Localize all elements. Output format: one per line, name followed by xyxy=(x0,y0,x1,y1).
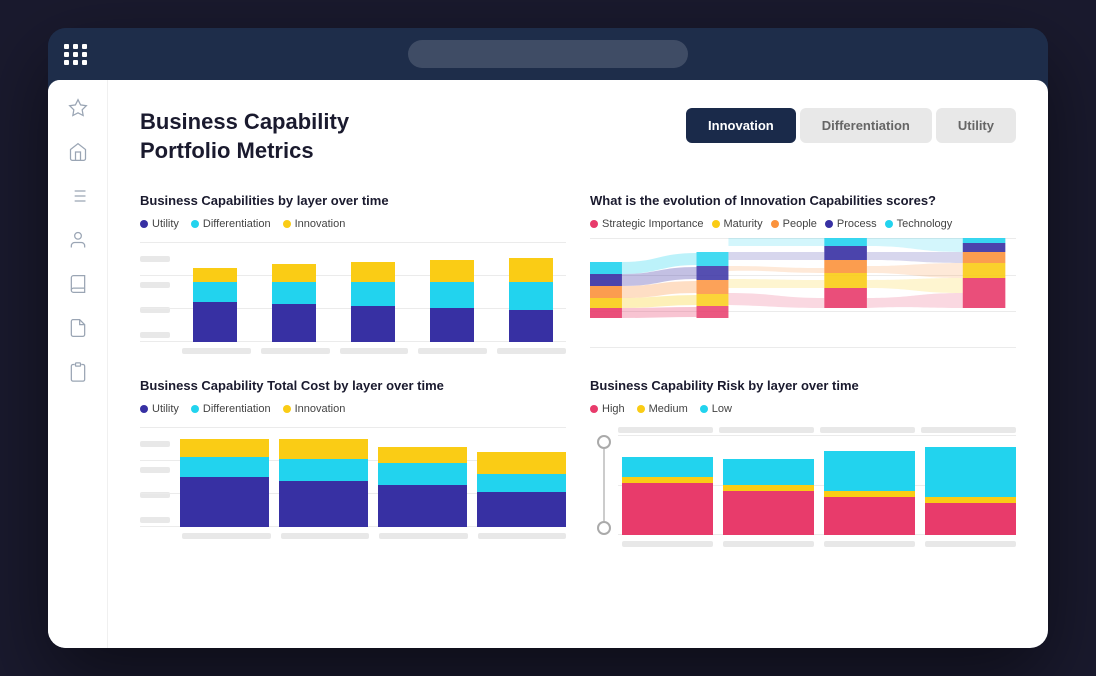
bar-group-4 xyxy=(418,260,487,342)
chart1-legend: Utility Differentiation Innovation xyxy=(140,218,566,230)
chart4-legend: High Medium Low xyxy=(590,403,1016,415)
legend-people: People xyxy=(771,218,817,230)
legend-process-label: Process xyxy=(837,218,877,230)
legend3-differentiation-label: Differentiation xyxy=(203,403,271,415)
title-line1: Business Capability xyxy=(140,108,349,137)
tab-innovation[interactable]: Innovation xyxy=(686,108,796,143)
chart4-title: Business Capability Risk by layer over t… xyxy=(590,378,1016,393)
tab-differentiation[interactable]: Differentiation xyxy=(800,108,932,143)
cost-bar-1 xyxy=(180,439,269,527)
browser-body: Business Capability Portfolio Metrics In… xyxy=(48,80,1048,648)
risk-bar-1 xyxy=(622,457,713,535)
legend-people-label: People xyxy=(783,218,817,230)
bar-group-3 xyxy=(338,262,407,342)
chart1-title: Business Capabilities by layer over time xyxy=(140,193,566,208)
cost-bar-4 xyxy=(477,452,566,527)
legend-innovation-label: Innovation xyxy=(295,218,346,230)
chart4-x-axis xyxy=(590,541,1016,547)
risk-circle-top xyxy=(597,435,611,449)
legend-technology-label: Technology xyxy=(897,218,953,230)
browser-bar xyxy=(48,28,1048,80)
sankey-svg xyxy=(590,238,1016,348)
tab-utility[interactable]: Utility xyxy=(936,108,1016,143)
legend4-low-label: Low xyxy=(712,403,732,415)
utility-dot xyxy=(140,220,148,228)
tab-group: Innovation Differentiation Utility xyxy=(686,108,1016,143)
header-section: Business Capability Portfolio Metrics In… xyxy=(140,108,1016,165)
sidebar-icon-book[interactable] xyxy=(66,272,90,296)
chart2-legend: Strategic Importance Maturity People xyxy=(590,218,1016,230)
legend-differentiation: Differentiation xyxy=(191,218,271,230)
chart-innovation-scores: What is the evolution of Innovation Capa… xyxy=(590,193,1016,354)
legend-strategic-label: Strategic Importance xyxy=(602,218,704,230)
risk-circle-bottom xyxy=(597,521,611,535)
sidebar-icon-home[interactable] xyxy=(66,140,90,164)
legend4-high: High xyxy=(590,403,625,415)
legend4-low: Low xyxy=(700,403,732,415)
main-content: Business Capability Portfolio Metrics In… xyxy=(108,80,1048,648)
risk-bar-4 xyxy=(925,447,1016,535)
chart-total-cost: Business Capability Total Cost by layer … xyxy=(140,378,566,547)
sidebar-icon-list[interactable] xyxy=(66,184,90,208)
legend3-innovation: Innovation xyxy=(283,403,346,415)
chart-capabilities-layer: Business Capabilities by layer over time… xyxy=(140,193,566,354)
legend-maturity-label: Maturity xyxy=(724,218,763,230)
differentiation-dot xyxy=(191,220,199,228)
chart3-x-axis xyxy=(140,533,566,539)
legend4-high-label: High xyxy=(602,403,625,415)
chart2-title: What is the evolution of Innovation Capa… xyxy=(590,193,1016,208)
risk-bar-3 xyxy=(824,451,915,535)
charts-grid: Business Capabilities by layer over time… xyxy=(140,193,1016,547)
sidebar-icon-user[interactable] xyxy=(66,228,90,252)
legend-technology: Technology xyxy=(885,218,953,230)
chart1-x-axis xyxy=(140,348,566,354)
sidebar-icon-clipboard[interactable] xyxy=(66,360,90,384)
cost-bar-3 xyxy=(378,447,467,527)
bar-group-2 xyxy=(259,264,328,342)
bar-group-5 xyxy=(497,258,566,342)
sidebar xyxy=(48,80,108,648)
innovation-dot xyxy=(283,220,291,228)
risk-line-vert xyxy=(603,449,605,521)
chart3-legend: Utility Differentiation Innovation xyxy=(140,403,566,415)
cost-bar-2 xyxy=(279,439,368,527)
legend-utility: Utility xyxy=(140,218,179,230)
risk-bar-2 xyxy=(723,459,814,535)
chart2-flow-area xyxy=(590,238,1016,348)
page-title: Business Capability Portfolio Metrics xyxy=(140,108,349,165)
chart1-area xyxy=(140,242,566,354)
title-line2: Portfolio Metrics xyxy=(140,137,349,166)
chart4-y-labels-top xyxy=(590,427,1016,433)
chart3-title: Business Capability Total Cost by layer … xyxy=(140,378,566,393)
legend-process: Process xyxy=(825,218,877,230)
legend3-innovation-label: Innovation xyxy=(295,403,346,415)
legend-strategic: Strategic Importance xyxy=(590,218,704,230)
sidebar-icon-document[interactable] xyxy=(66,316,90,340)
legend-innovation: Innovation xyxy=(283,218,346,230)
legend4-medium: Medium xyxy=(637,403,688,415)
chart3-area xyxy=(140,427,566,539)
chart-risk: Business Capability Risk by layer over t… xyxy=(590,378,1016,547)
grid-icon xyxy=(64,44,88,65)
legend4-medium-label: Medium xyxy=(649,403,688,415)
address-bar[interactable] xyxy=(408,40,688,68)
bar-group-1 xyxy=(180,268,249,342)
legend3-differentiation: Differentiation xyxy=(191,403,271,415)
legend-utility-label: Utility xyxy=(152,218,179,230)
legend-differentiation-label: Differentiation xyxy=(203,218,271,230)
chart4-area xyxy=(590,427,1016,547)
sidebar-icon-star[interactable] xyxy=(66,96,90,120)
legend-maturity: Maturity xyxy=(712,218,763,230)
legend3-utility: Utility xyxy=(140,403,179,415)
legend3-utility-label: Utility xyxy=(152,403,179,415)
browser-window: Business Capability Portfolio Metrics In… xyxy=(48,28,1048,648)
